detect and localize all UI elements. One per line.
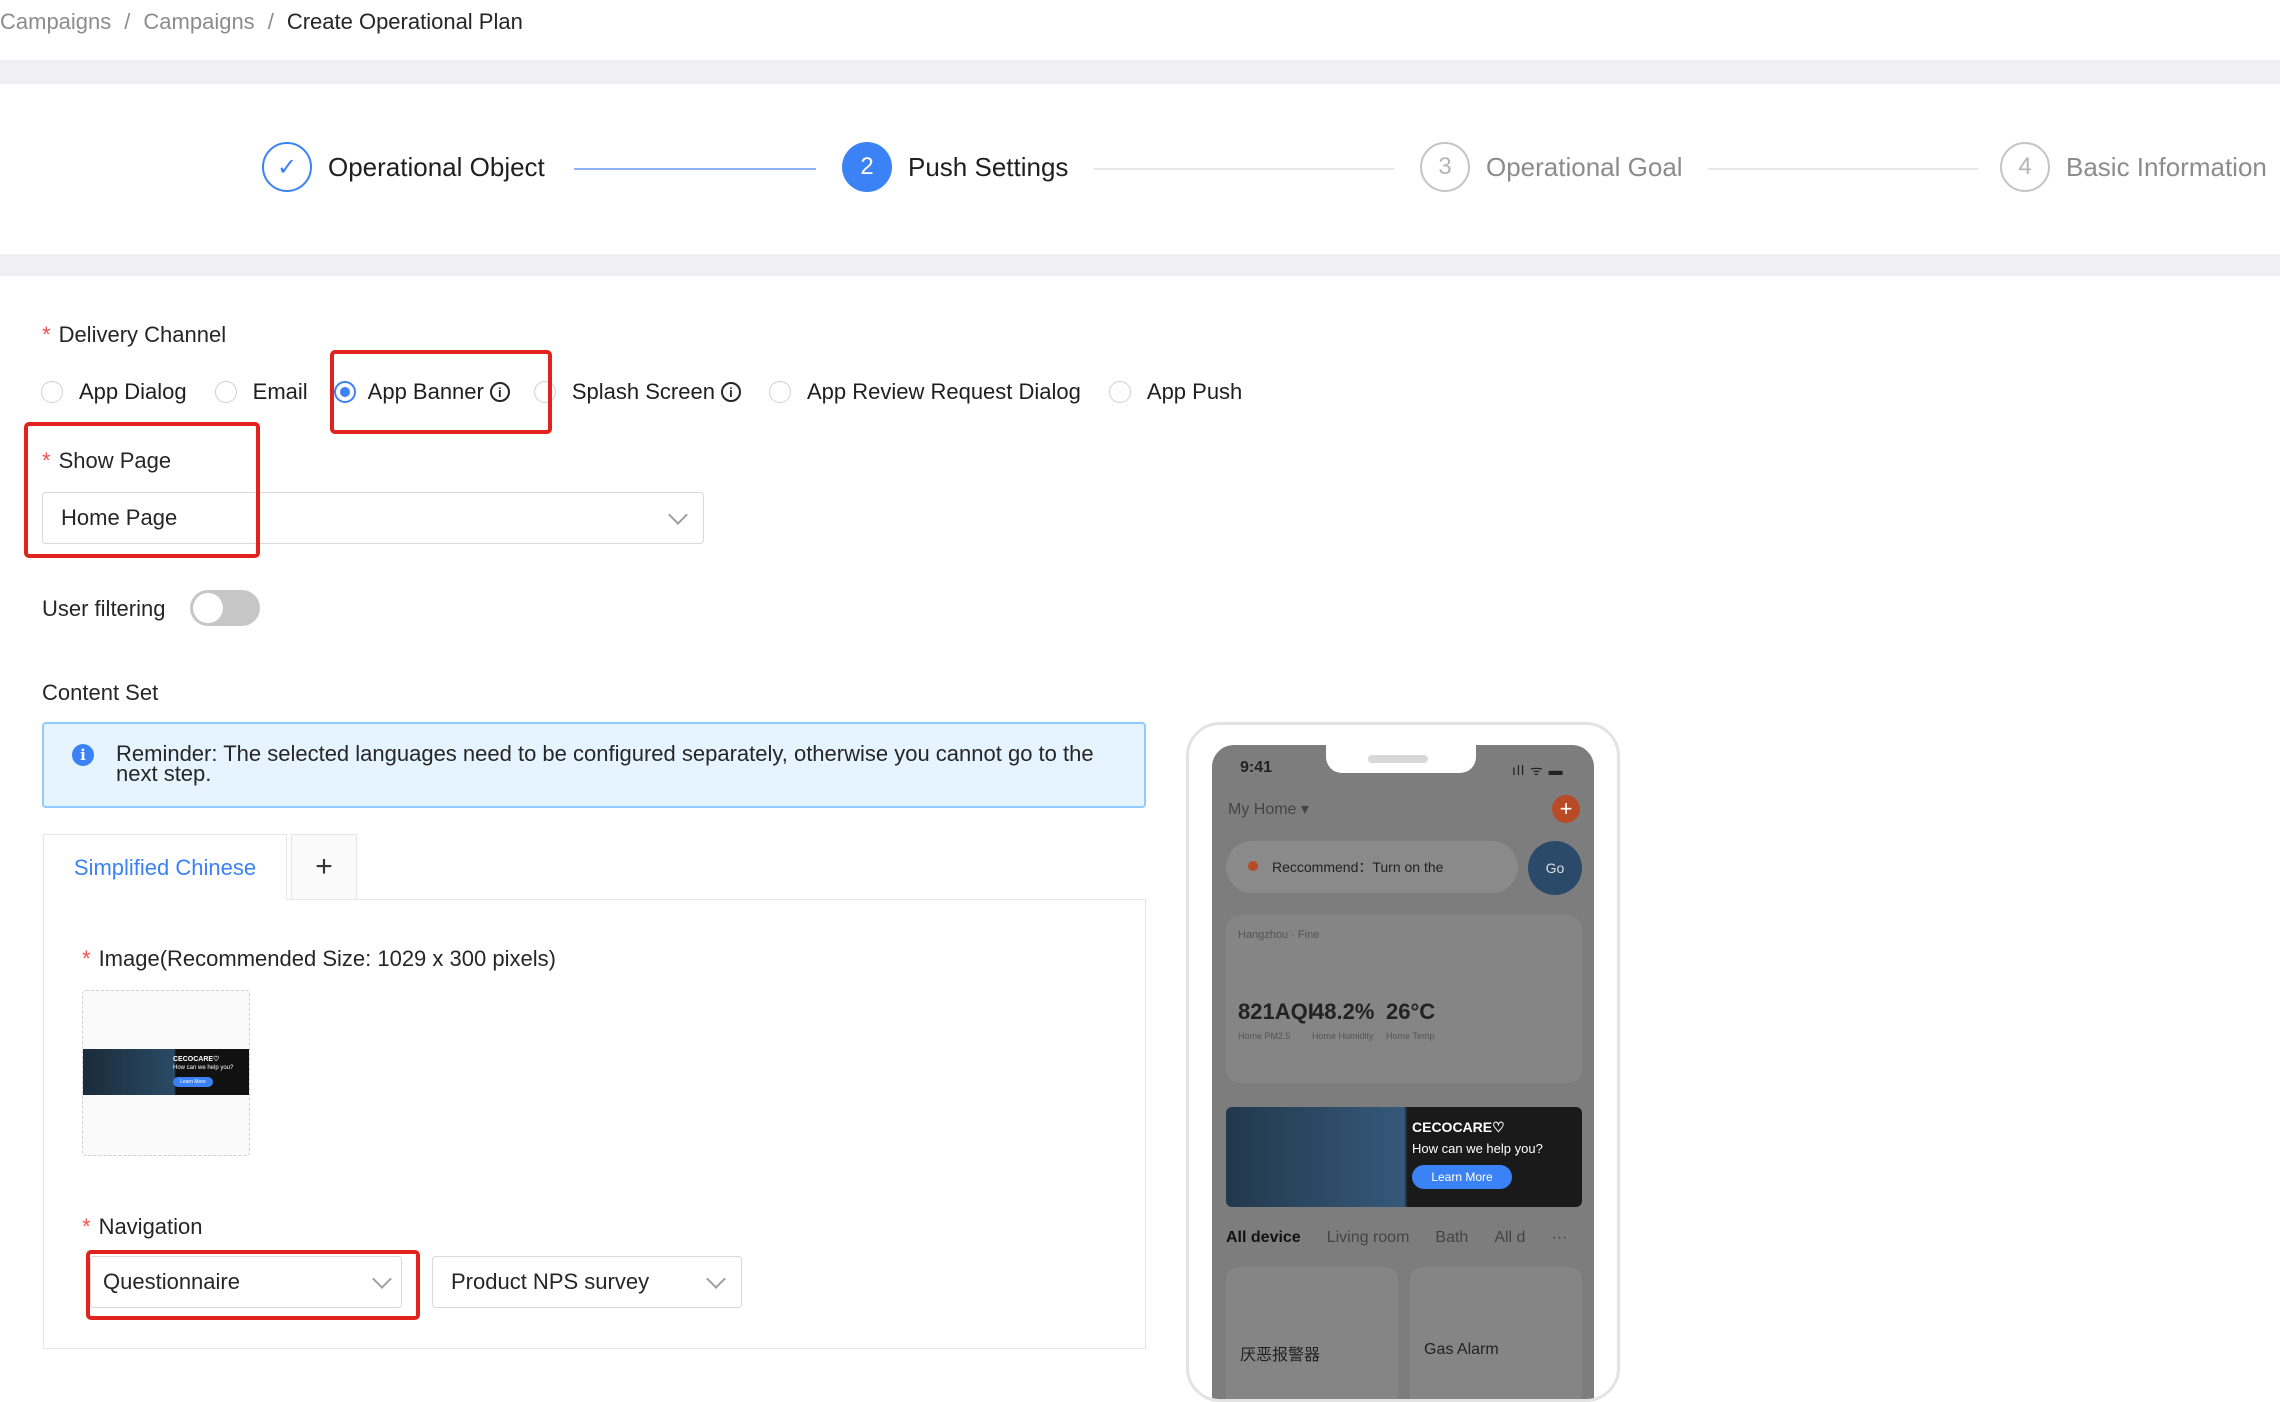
navigation-type-select[interactable]: Questionnaire: [90, 1256, 402, 1308]
user-filtering-label: User filtering: [42, 596, 166, 621]
show-page-label: * Show Page: [42, 448, 172, 473]
phone-home-title: My Home ▾: [1228, 801, 1309, 818]
banner-brand: CECOCARE♡: [173, 1056, 220, 1063]
image-label: * Image(Recommended Size: 1029 x 300 pixe…: [82, 946, 556, 971]
phone-banner: CECOCARE♡ How can we help you? Learn Mor…: [1226, 1107, 1582, 1207]
banner-brand: CECOCARE♡: [1412, 1119, 1505, 1135]
delivery-channel-label: * Delivery Channel: [42, 322, 227, 347]
radio-label: App Banner: [367, 379, 484, 404]
banner-image-thumbnail: CECOCARE♡ How can we help you? Learn Mor…: [83, 1049, 249, 1095]
phone-room-tab: Living room: [1326, 1229, 1410, 1246]
banner-button: Learn More: [173, 1077, 213, 1087]
banner-headline: How can we help you?: [173, 1065, 234, 1071]
phone-time: 9:41: [1240, 759, 1273, 776]
info-icon: i: [72, 744, 94, 766]
phone-stat: 48.2% Home Humidity: [1312, 999, 1375, 1041]
show-page-select[interactable]: Home Page: [42, 492, 704, 544]
image-upload[interactable]: CECOCARE♡ How can we help you? Learn Mor…: [82, 990, 250, 1156]
phone-room-tab: All device: [1226, 1229, 1301, 1246]
banner-button: Learn More: [1412, 1165, 1512, 1189]
phone-stat: 26°C Home Temp: [1386, 999, 1436, 1041]
step-number: 2: [842, 142, 892, 192]
step-push-settings[interactable]: 2 Push Settings: [842, 140, 1068, 194]
phone-recommend-pill: Reccommend：Turn on the: [1226, 841, 1518, 893]
radio-circle[interactable]: [533, 381, 556, 403]
chevron-down-icon: [668, 505, 688, 525]
radio-circle[interactable]: [214, 381, 237, 403]
radio-label: Splash Screen: [571, 379, 715, 404]
phone-city: Hangzhou · Fine: [1238, 929, 1320, 941]
phone-screen: 9:41 ıll ᯤ ▬ My Home ▾ + Reccommend：Turn…: [1212, 745, 1594, 1399]
phone-room-tabs: All device Living room Bath All d ···: [1226, 1229, 1567, 1247]
phone-go-button: Go: [1528, 841, 1582, 895]
check-icon: ✓: [262, 142, 312, 192]
breadcrumb-campaigns[interactable]: Campaigns: [0, 9, 111, 35]
breadcrumb-campaigns-2[interactable]: Campaigns: [143, 9, 254, 35]
steps-bar: ✓ Operational Object 2 Push Settings 3 O…: [0, 84, 2280, 254]
phone-weather-card: Hangzhou · Fine 821AQI Home PM2.5 48.2% …: [1226, 915, 1582, 1083]
step-connector: [1094, 168, 1394, 170]
step-basic-information[interactable]: 4 Basic Information: [2000, 140, 2267, 194]
radio-circle[interactable]: [41, 381, 63, 403]
radio-app-dialog[interactable]: App Dialog: [41, 379, 187, 405]
navigation-target-select[interactable]: Product NPS survey: [432, 1256, 742, 1308]
reminder-text: Reminder: The selected languages need to…: [116, 741, 1094, 786]
reminder-alert: i Reminder: The selected languages need …: [42, 722, 1146, 808]
banner-headline: How can we help you?: [1412, 1141, 1543, 1156]
phone-room-tab: Bath: [1435, 1229, 1469, 1246]
phone-stat: 821AQI Home PM2.5: [1238, 999, 1314, 1041]
radio-circle[interactable]: [1108, 381, 1131, 403]
navigation-target-value: Product NPS survey: [451, 1269, 650, 1294]
phone-preview: 9:41 ıll ᯤ ▬ My Home ▾ + Reccommend：Turn…: [1186, 722, 1620, 1402]
chevron-down-icon: [372, 1269, 392, 1289]
phone-notch: [1326, 745, 1476, 773]
step-label: Basic Information: [2066, 151, 2267, 182]
radio-label: Email: [252, 379, 308, 404]
step-connector-done: [574, 168, 816, 170]
breadcrumb-separator: /: [267, 9, 274, 34]
phone-room-tab: All d: [1494, 1229, 1526, 1246]
phone-device-name: Gas Alarm: [1424, 1341, 1499, 1358]
radio-app-push[interactable]: App Push: [1108, 379, 1243, 405]
show-page-value: Home Page: [61, 505, 178, 530]
step-operational-goal[interactable]: 3 Operational Goal: [1420, 140, 1683, 194]
radio-circle-checked[interactable]: [333, 381, 356, 403]
delivery-channel-radio-group: App Dialog Email App Banner i Splash Scr…: [41, 372, 1270, 412]
plus-icon: +: [1552, 795, 1580, 823]
phone-device-name: 厌恶报警器: [1240, 1347, 1321, 1364]
breadcrumb-separator: /: [124, 9, 131, 34]
info-icon[interactable]: i: [720, 382, 741, 402]
signal-icon: ıll ᯤ ▬: [1512, 762, 1564, 778]
content-set-label: Content Set: [42, 680, 159, 705]
step-label: Push Settings: [908, 151, 1069, 182]
radio-circle[interactable]: [768, 381, 791, 403]
breadcrumb: Campaigns / Campaigns / Create Operation…: [0, 0, 523, 44]
step-operational-object[interactable]: ✓ Operational Object: [262, 140, 545, 194]
navigation-label: * Navigation: [82, 1214, 203, 1239]
step-label: Operational Object: [328, 151, 545, 182]
phone-device-card: Gas Alarm: [1410, 1267, 1582, 1399]
radio-label: App Push: [1146, 379, 1243, 404]
radio-splash-screen[interactable]: Splash Screen i: [533, 379, 741, 405]
radio-label: App Review Request Dialog: [806, 379, 1081, 404]
radio-app-review-request-dialog[interactable]: App Review Request Dialog: [768, 379, 1081, 405]
breadcrumb-current: Create Operational Plan: [286, 9, 523, 34]
step-label: Operational Goal: [1486, 151, 1683, 182]
user-filtering-toggle[interactable]: [190, 590, 260, 626]
navigation-type-value: Questionnaire: [103, 1269, 240, 1294]
chevron-down-icon: [706, 1269, 726, 1289]
step-connector: [1708, 168, 1978, 170]
step-number: 3: [1420, 142, 1470, 192]
radio-label: App Dialog: [79, 379, 187, 404]
more-icon: ···: [1551, 1229, 1568, 1246]
gray-band: [0, 60, 2280, 84]
gray-band: [0, 254, 2280, 276]
info-icon[interactable]: i: [489, 382, 510, 402]
radio-email[interactable]: Email: [214, 379, 308, 405]
step-number: 4: [2000, 142, 2050, 192]
tab-simplified-chinese[interactable]: Simplified Chinese: [43, 834, 287, 900]
add-tab-button[interactable]: +: [291, 834, 357, 900]
phone-device-card: 厌恶报警器: [1226, 1267, 1398, 1399]
radio-app-banner[interactable]: App Banner i: [333, 379, 510, 405]
